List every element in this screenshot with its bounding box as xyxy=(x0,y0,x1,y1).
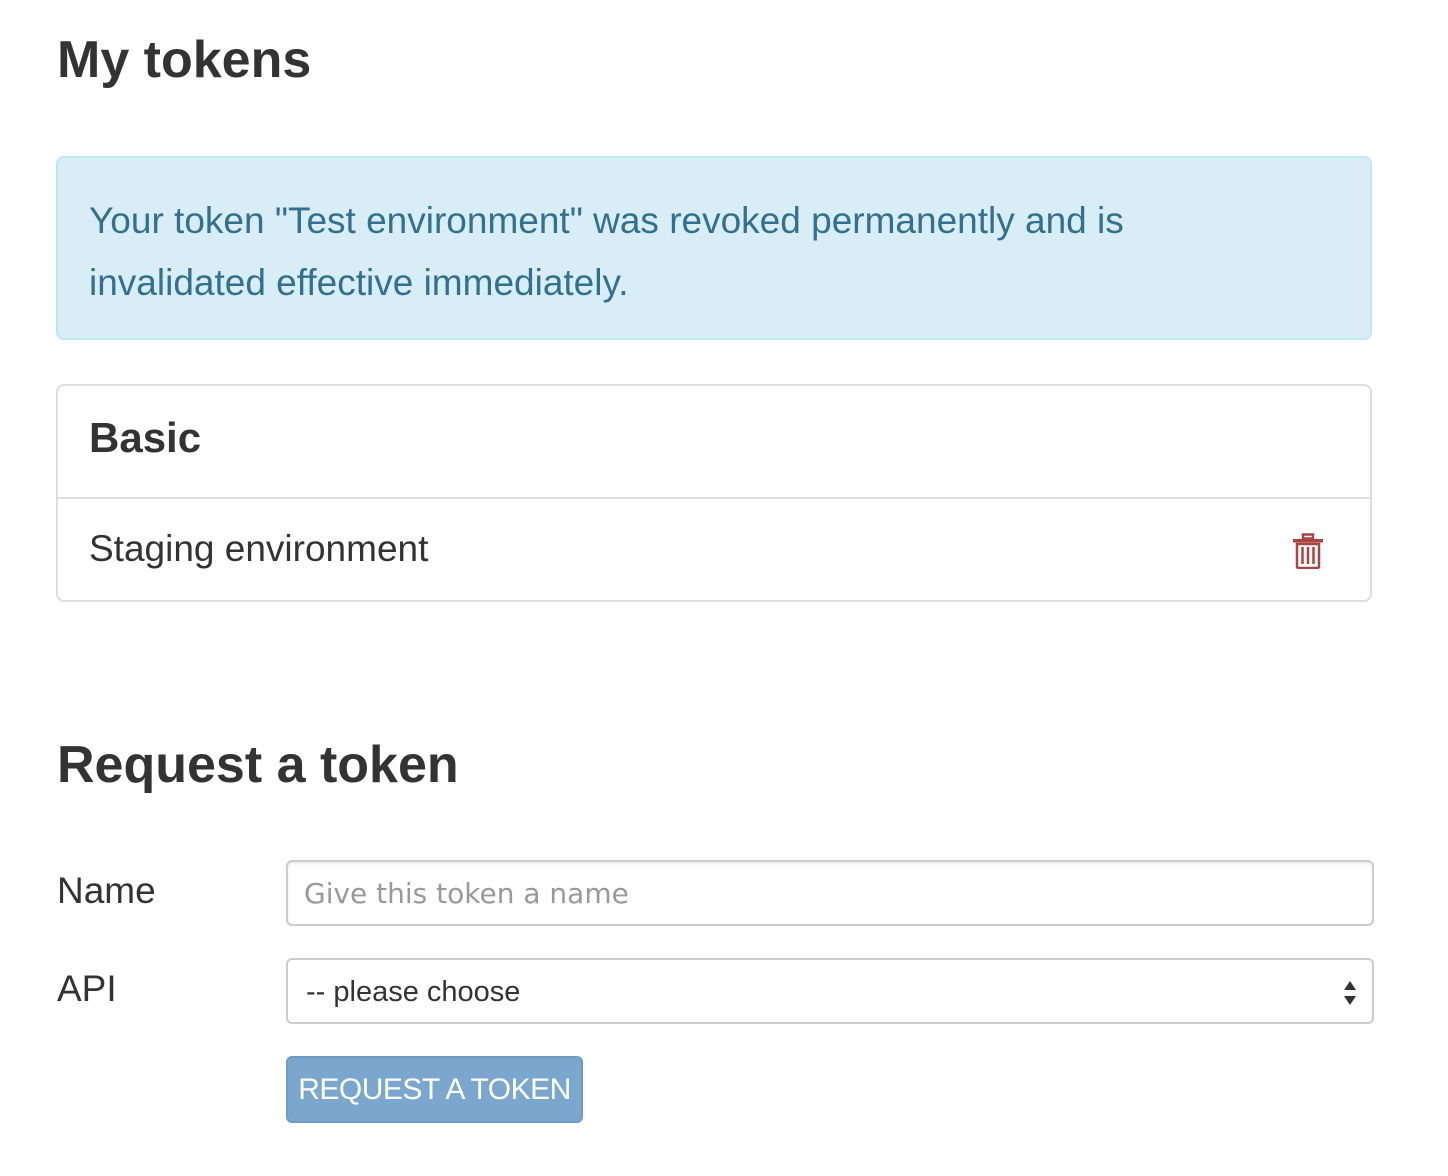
token-name: Staging environment xyxy=(89,528,429,569)
info-alert: Your token "Test environment" was revoke… xyxy=(56,156,1372,340)
token-name-input[interactable] xyxy=(286,860,1374,926)
delete-token-button[interactable] xyxy=(1292,533,1324,569)
page-title: My tokens xyxy=(57,31,312,89)
trash-icon xyxy=(1293,533,1323,569)
api-label: API xyxy=(57,968,117,1009)
panel-heading: Basic xyxy=(58,386,1370,499)
api-select[interactable]: -- please choose xyxy=(286,958,1374,1024)
alert-message: Your token "Test environment" was revoke… xyxy=(89,200,1124,303)
token-group-panel: Basic Staging environment xyxy=(56,384,1372,602)
name-label: Name xyxy=(57,870,156,911)
request-token-button[interactable]: REQUEST A TOKEN xyxy=(286,1056,583,1123)
request-token-title: Request a token xyxy=(57,736,459,794)
token-row: Staging environment xyxy=(58,499,1370,600)
page: My tokens Your token "Test environment" … xyxy=(0,0,1448,1176)
token-group-heading: Basic xyxy=(89,414,202,461)
api-select-value: -- please choose xyxy=(306,976,521,1008)
select-arrows-icon xyxy=(1344,981,1356,1005)
